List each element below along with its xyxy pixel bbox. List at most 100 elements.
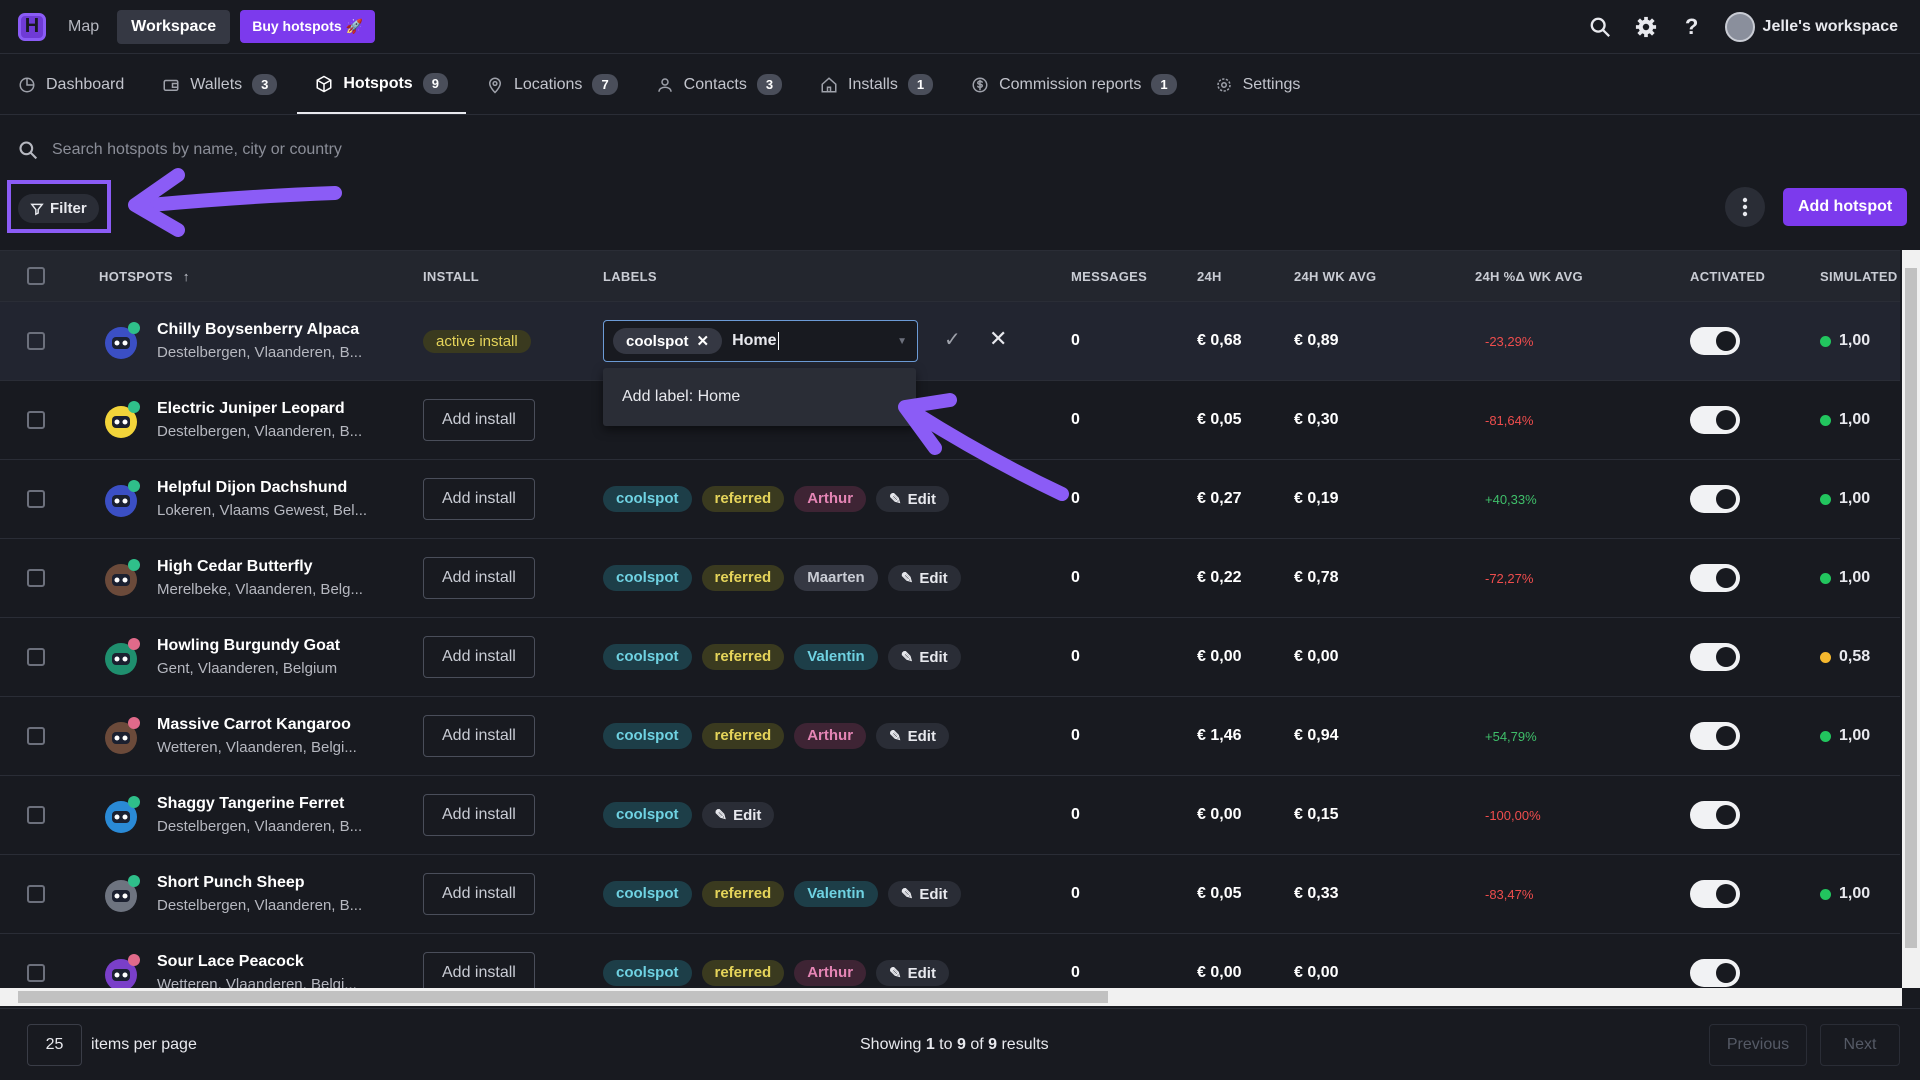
hotspot-location: Destelbergen, Vlaanderen, B... [157, 818, 363, 835]
hotspot-robot-icon [105, 559, 140, 596]
add-install-button[interactable]: Add install [423, 873, 535, 915]
row-checkbox[interactable] [27, 806, 45, 824]
row-checkbox[interactable] [27, 885, 45, 903]
previous-page-button[interactable]: Previous [1709, 1024, 1807, 1066]
table-row[interactable]: Sour Lace Peacock Wetteren, Vlaanderen, B… [0, 934, 1900, 988]
pct-change-value: -81,64% [1485, 413, 1534, 428]
add-install-button[interactable]: Add install [423, 636, 535, 678]
app-logo[interactable]: H [18, 12, 46, 41]
kebab-icon [1742, 197, 1748, 217]
more-options-button[interactable] [1725, 187, 1765, 227]
hotspot-name[interactable]: Massive Carrot Kangaroo [157, 716, 351, 734]
hotspot-name[interactable]: Short Punch Sheep [157, 874, 305, 892]
remove-label-icon[interactable]: ✕ [697, 332, 710, 350]
add-install-button[interactable]: Add install [423, 952, 535, 988]
activated-toggle[interactable] [1690, 327, 1740, 355]
edit-labels-button[interactable]: ✎ Edit [701, 802, 775, 828]
row-checkbox[interactable] [27, 411, 45, 429]
status-dot [1820, 888, 1831, 900]
tab-contacts[interactable]: Contacts 3 [656, 55, 800, 114]
add-install-button[interactable]: Add install [423, 478, 535, 520]
cancel-close-icon[interactable]: ✕ [989, 326, 1007, 352]
tab-hotspots[interactable]: Hotspots 9 [297, 55, 466, 114]
edit-labels-button[interactable]: ✎ Edit [876, 960, 949, 986]
hotspot-name[interactable]: Chilly Boysenberry Alpaca [157, 321, 359, 339]
vertical-scrollbar-thumb[interactable] [1905, 268, 1917, 948]
hotspot-name[interactable]: Howling Burgundy Goat [157, 637, 340, 655]
search-bar[interactable]: Search hotspots by name, city or country [18, 140, 342, 160]
label-chip: Arthur [794, 960, 867, 986]
tab-installs[interactable]: Installs 1 [820, 55, 951, 114]
activated-toggle[interactable] [1690, 959, 1740, 987]
tab-commission-reports[interactable]: Commission reports 1 [971, 55, 1195, 114]
results-word: results [997, 1036, 1049, 1053]
avatar[interactable] [1724, 12, 1755, 42]
table-row[interactable]: Howling Burgundy Goat Gent, Vlaanderen, B… [0, 618, 1900, 697]
activated-toggle[interactable] [1690, 643, 1740, 671]
hotspot-name[interactable]: Electric Juniper Leopard [157, 400, 345, 418]
simulated-cell: 0,58 [1820, 648, 1870, 666]
hotspot-name[interactable]: High Cedar Butterfly [157, 558, 313, 576]
workspace-button[interactable]: Workspace [117, 9, 231, 44]
add-hotspot-button[interactable]: Add hotspot [1783, 188, 1908, 226]
hotspot-robot-icon [105, 322, 140, 359]
activated-toggle[interactable] [1690, 880, 1740, 908]
row-checkbox[interactable] [27, 727, 45, 745]
help-icon[interactable]: ? [1679, 14, 1705, 40]
search-icon[interactable] [1587, 14, 1613, 40]
tab-wallets[interactable]: Wallets 3 [162, 55, 295, 114]
row-checkbox[interactable] [27, 964, 45, 982]
hotspot-name[interactable]: Helpful Dijon Dachshund [157, 479, 347, 497]
tab-locations[interactable]: Locations 7 [486, 55, 636, 114]
add-install-button[interactable]: Add install [423, 557, 535, 599]
edit-labels-button[interactable]: ✎ Edit [887, 644, 961, 670]
activated-toggle[interactable] [1690, 801, 1740, 829]
tab-settings[interactable]: Settings [1215, 55, 1319, 114]
next-page-button[interactable]: Next [1820, 1024, 1900, 1066]
activated-toggle[interactable] [1690, 406, 1740, 434]
hotspot-name[interactable]: Sour Lace Peacock [157, 953, 304, 971]
edit-labels-button[interactable]: ✎ Edit [887, 881, 961, 907]
activated-toggle[interactable] [1690, 485, 1740, 513]
edit-labels-button[interactable]: ✎ Edit [887, 565, 961, 591]
confirm-check-icon[interactable]: ✓ [944, 327, 961, 352]
activated-toggle[interactable] [1690, 564, 1740, 592]
items-per-page-input[interactable]: 25 [27, 1024, 82, 1066]
search-input[interactable]: Search hotspots by name, city or country [52, 141, 342, 159]
add-install-button[interactable]: Add install [423, 794, 535, 836]
table-row[interactable]: Short Punch Sheep Destelbergen, Vlaandere… [0, 855, 1900, 934]
pct-change-value: -83,47% [1485, 887, 1534, 902]
edit-labels-button[interactable]: ✎ Edit [876, 723, 949, 749]
filter-button[interactable]: Filter [18, 194, 99, 223]
table-row[interactable]: Electric Juniper Leopard Destelbergen, Vl… [0, 381, 1900, 460]
gear-icon[interactable] [1633, 14, 1659, 40]
map-link[interactable]: Map [68, 18, 99, 36]
tab-label: Contacts [683, 75, 747, 93]
results-summary: Showing 1 to 9 of 9 results [860, 1036, 1049, 1054]
column-header-hotspots[interactable]: HOTSPOTS ↑ [99, 269, 190, 284]
activated-toggle[interactable] [1690, 722, 1740, 750]
row-checkbox[interactable] [27, 648, 45, 666]
buy-hotspots-button[interactable]: Buy hotspots 🚀 [240, 10, 375, 43]
hotspot-location: Lokeren, Vlaams Gewest, Bel... [157, 502, 368, 519]
install-status-badge[interactable]: active install [423, 330, 531, 353]
horizontal-scrollbar-thumb[interactable] [18, 991, 1108, 1003]
table-row[interactable]: Massive Carrot Kangaroo Wetteren, Vlaande… [0, 697, 1900, 776]
add-install-button[interactable]: Add install [423, 399, 535, 441]
edit-labels-button[interactable]: ✎ Edit [876, 486, 949, 512]
row-checkbox[interactable] [27, 490, 45, 508]
label-editor-input[interactable]: coolspot ✕ Home ▼ [603, 320, 918, 362]
add-install-button[interactable]: Add install [423, 715, 535, 757]
label-text-input[interactable]: Home [732, 332, 779, 350]
table-row[interactable]: Helpful Dijon Dachshund Lokeren, Vlaams G… [0, 460, 1900, 539]
chevron-down-icon[interactable]: ▼ [897, 336, 907, 347]
add-label-dropdown-option[interactable]: Add label: Home [603, 368, 916, 426]
row-checkbox[interactable] [27, 569, 45, 587]
workspace-name[interactable]: Jelle's workspace [1763, 18, 1898, 36]
tab-dashboard[interactable]: Dashboard [18, 55, 142, 114]
table-row[interactable]: High Cedar Butterfly Merelbeke, Vlaandere… [0, 539, 1900, 618]
hotspot-name[interactable]: Shaggy Tangerine Ferret [157, 795, 344, 813]
select-all-checkbox[interactable] [27, 267, 45, 285]
table-row[interactable]: Shaggy Tangerine Ferret Destelbergen, Vla… [0, 776, 1900, 855]
row-checkbox[interactable] [27, 332, 45, 350]
